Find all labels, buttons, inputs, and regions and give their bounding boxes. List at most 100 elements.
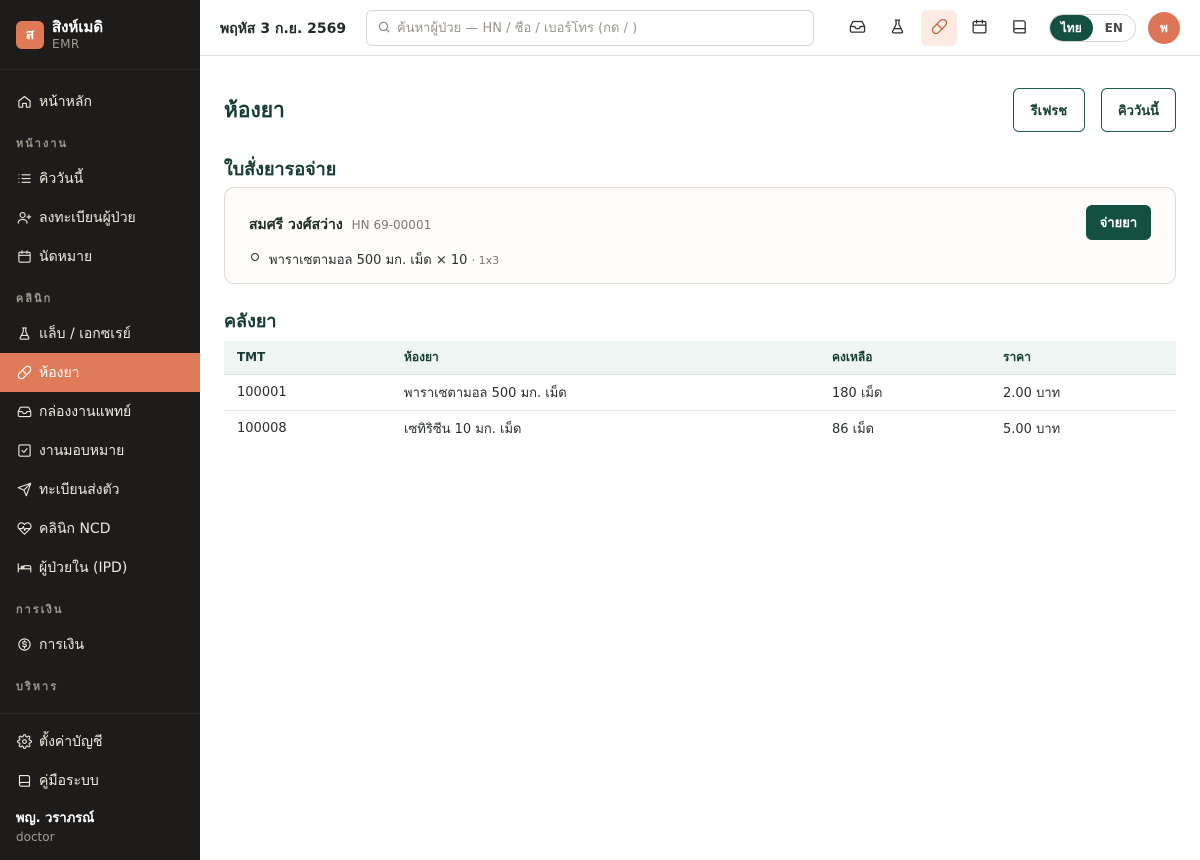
col-remaining[interactable]: คงเหลือ (819, 341, 990, 375)
inbox-icon (16, 404, 32, 420)
cell-drug: พาราเซตามอล 500 มก. เม็ด (391, 374, 819, 411)
sidebar-item-label: คิววันนี้ (39, 170, 84, 187)
cell-remaining: 180 เม็ด (819, 374, 990, 411)
rx-patient-hn: HN 69-00001 (351, 218, 432, 232)
user-plus-icon (16, 210, 32, 226)
sidebar: ส สิงห์เมดิ EMR หน้าหลัก หน้างาน คิววันน… (0, 0, 200, 860)
sidebar-item-registration[interactable]: ลงทะเบียนผู้ป่วย (0, 198, 200, 237)
rx-item: พาราเซตามอล 500 มก. เม็ด × 10 · 1x3 (250, 249, 500, 270)
sidebar-item-appointments[interactable]: นัดหมาย (0, 237, 200, 276)
lang-en-button[interactable]: EN (1093, 15, 1136, 41)
current-date: พฤหัส 3 ก.ย. 2569 (220, 21, 347, 37)
lab-button[interactable] (879, 10, 915, 46)
cell-price: 2.00 บาท (990, 374, 1176, 411)
sidebar-item-home[interactable]: หน้าหลัก (0, 82, 200, 121)
sidebar-bottom: ตั้งค่าบัญชี คู่มือระบบ (0, 713, 200, 800)
book-icon (1011, 18, 1028, 39)
rx-item-text: พาราเซตามอล 500 มก. เม็ด × 10 (269, 253, 468, 268)
sidebar-item-doctor-inbox[interactable]: กล่องงานแพทย์ (0, 392, 200, 431)
sidebar-item-label: แล็บ / เอกซเรย์ (39, 325, 131, 342)
list-icon (16, 171, 32, 187)
today-queue-button[interactable]: คิววันนี้ (1101, 88, 1176, 132)
flask-icon (16, 326, 32, 342)
table-row[interactable]: 100001 พาราเซตามอล 500 มก. เม็ด 180 เม็ด… (224, 374, 1176, 411)
manual-button[interactable] (1001, 10, 1037, 46)
sidebar-item-pharmacy[interactable]: ห้องยา (0, 353, 200, 392)
home-icon (16, 94, 32, 110)
sidebar-item-label: หน้าหลัก (39, 93, 92, 110)
checkbox-icon (16, 443, 32, 459)
search-icon (377, 19, 391, 38)
language-toggle: ไทย EN (1049, 14, 1136, 42)
sidebar-section-title: หน้างาน (16, 137, 69, 150)
inbox-button[interactable] (839, 10, 875, 46)
sidebar-section-title: คลินิก (16, 292, 53, 305)
pill-icon (931, 18, 948, 39)
user-role: doctor (16, 830, 55, 844)
bed-icon (16, 560, 32, 576)
sidebar-item-referrals[interactable]: ทะเบียนส่งตัว (0, 470, 200, 509)
sidebar-item-billing[interactable]: การเงิน (0, 625, 200, 664)
pill-icon (16, 365, 32, 381)
sidebar-item-tasks[interactable]: งานมอบหมาย (0, 431, 200, 470)
lang-th-button[interactable]: ไทย (1050, 15, 1093, 41)
rx-item-sig: · 1x3 (471, 254, 500, 267)
search-input[interactable] (397, 20, 797, 36)
flask-icon (889, 18, 906, 39)
table-row[interactable]: 100008 เซทิริซีน 10 มก. เม็ด 86 เม็ด 5.0… (224, 410, 1176, 446)
sidebar-section-title: การเงิน (16, 603, 64, 616)
send-icon (16, 482, 32, 498)
prescription-card: สมศรี วงศ์สว่าง HN 69-00001 พาราเซตามอล … (224, 187, 1176, 284)
sidebar-section-title: บริหาร (16, 680, 59, 693)
inbox-icon (849, 18, 866, 39)
dispense-button[interactable]: จ่ายยา (1086, 205, 1151, 240)
calendar-button[interactable] (961, 10, 997, 46)
sidebar-item-label: การเงิน (39, 636, 85, 653)
cell-tmt: 100008 (237, 420, 287, 436)
user-name: พญ. วราภรณ์ (16, 811, 95, 826)
col-tmt[interactable]: TMT (224, 341, 391, 375)
search-box[interactable] (366, 10, 814, 46)
sidebar-item-label: ผู้ป่วยใน (IPD) (39, 559, 128, 576)
brand[interactable]: ส สิงห์เมดิ EMR (0, 0, 200, 70)
calendar-icon (971, 18, 988, 39)
pharmacy-button[interactable] (921, 10, 957, 46)
current-user[interactable]: พญ. วราภรณ์ doctor (16, 810, 94, 846)
rx-patient: สมศรี วงศ์สว่าง HN 69-00001 (249, 214, 431, 236)
sidebar-nav: หน้าหลัก หน้างาน คิววันนี้ ลงทะเบียนผู้ป… (0, 82, 200, 702)
page-title: ห้องยา (224, 98, 285, 122)
refresh-button[interactable]: รีเฟรช (1013, 88, 1085, 132)
gear-icon (16, 734, 32, 750)
heart-icon (16, 521, 32, 537)
sidebar-item-label: ตั้งค่าบัญชี (39, 733, 103, 750)
rx-patient-name: สมศรี วงศ์สว่าง (249, 217, 343, 233)
stock-title: คลังยา (224, 311, 277, 332)
sidebar-item-queue[interactable]: คิววันนี้ (0, 159, 200, 198)
topbar: พฤหัส 3 ก.ย. 2569 ไทย EN พ (200, 0, 1200, 56)
col-drug[interactable]: ห้องยา (391, 341, 819, 375)
sidebar-item-label: ลงทะเบียนผู้ป่วย (39, 209, 136, 226)
sidebar-item-ipd[interactable]: ผู้ป่วยใน (IPD) (0, 548, 200, 587)
stock-table: TMT ห้องยา คงเหลือ ราคา 100001 พาราเซตาม… (224, 341, 1176, 446)
sidebar-item-manual[interactable]: คู่มือระบบ (0, 761, 200, 800)
sidebar-item-ncd[interactable]: คลินิก NCD (0, 509, 200, 548)
sidebar-item-label: คู่มือระบบ (39, 772, 99, 789)
avatar[interactable]: พ (1148, 12, 1180, 44)
brand-name: สิงห์เมดิ (52, 17, 104, 36)
brand-subtitle: EMR (52, 36, 80, 51)
brand-logo: ส (16, 20, 44, 49)
table-header-row: TMT ห้องยา คงเหลือ ราคา (224, 341, 1176, 375)
cell-price: 5.00 บาท (1003, 421, 1061, 437)
sidebar-item-lab[interactable]: แล็บ / เอกซเรย์ (0, 314, 200, 353)
calendar-icon (16, 249, 32, 265)
sidebar-item-settings[interactable]: ตั้งค่าบัญชี (0, 722, 200, 761)
sidebar-item-label: งานมอบหมาย (39, 442, 125, 459)
dollar-icon (16, 637, 32, 653)
col-price[interactable]: ราคา (990, 341, 1176, 375)
cell-tmt: 100001 (224, 374, 391, 411)
main-content: ห้องยา รีเฟรช คิววันนี้ ใบสั่งยารอจ่าย ส… (200, 56, 1200, 860)
cell-remaining: 86 เม็ด (832, 421, 875, 437)
sidebar-item-label: คลินิก NCD (39, 520, 111, 537)
cell-drug: เซทิริซีน 10 มก. เม็ด (404, 421, 522, 437)
sidebar-item-label: ทะเบียนส่งตัว (39, 481, 120, 498)
